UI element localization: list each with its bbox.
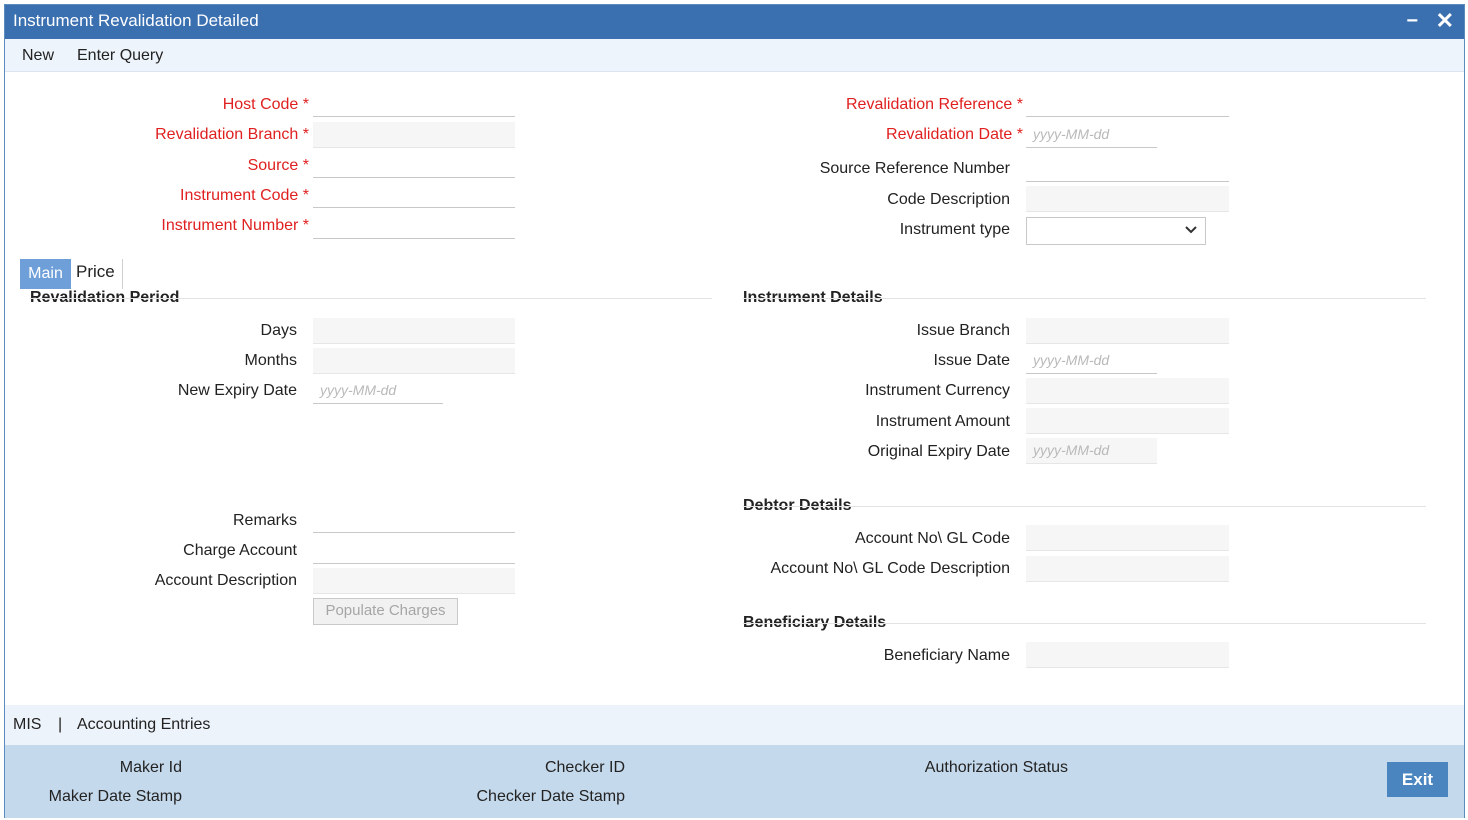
new-menu-item[interactable]: New	[22, 47, 54, 65]
days-label: Days	[260, 322, 297, 339]
charge-account-label: Charge Account	[183, 542, 297, 559]
checker-date-stamp-label: Checker Date Stamp	[476, 788, 625, 805]
exit-button[interactable]: Exit	[1387, 762, 1448, 797]
source-label: Source *	[247, 157, 309, 174]
tab-price[interactable]: Price	[76, 262, 115, 282]
maker-id-label: Maker Id	[119, 759, 182, 776]
mis-link[interactable]: MIS	[13, 716, 41, 734]
date-placeholder: yyyy-MM-dd	[320, 382, 397, 398]
authorization-status-label: Authorization Status	[924, 759, 1068, 776]
original-expiry-date-label: Original Expiry Date	[867, 443, 1010, 460]
instrument-amount-input[interactable]	[1026, 408, 1229, 434]
revalidation-period-divider	[30, 298, 712, 299]
instrument-number-label: Instrument Number *	[161, 217, 309, 234]
footer-links-bar: MIS | Accounting Entries	[5, 705, 1464, 745]
issue-date-input[interactable]: yyyy-MM-dd	[1026, 348, 1157, 374]
account-gl-code-description-label: Account No\ GL Code Description	[770, 560, 1010, 577]
issue-date-label: Issue Date	[933, 352, 1010, 369]
instrument-type-select[interactable]	[1026, 217, 1206, 245]
code-description-input[interactable]	[1026, 186, 1229, 212]
revalidation-reference-input[interactable]	[1026, 91, 1229, 117]
instrument-currency-label: Instrument Currency	[865, 382, 1010, 399]
beneficiary-name-label: Beneficiary Name	[883, 647, 1010, 664]
tab-divider	[122, 259, 123, 289]
months-input[interactable]	[313, 348, 515, 374]
new-expiry-date-label: New Expiry Date	[177, 382, 297, 399]
beneficiary-name-input[interactable]	[1026, 642, 1229, 668]
checker-id-label: Checker ID	[544, 759, 625, 776]
remarks-input[interactable]	[313, 507, 515, 533]
beneficiary-details-divider	[743, 623, 1426, 624]
date-placeholder: yyyy-MM-dd	[1033, 442, 1110, 458]
instrument-amount-label: Instrument Amount	[875, 413, 1010, 430]
populate-charges-button[interactable]: Populate Charges	[313, 598, 458, 625]
enter-query-menu-item[interactable]: Enter Query	[77, 47, 163, 65]
account-description-label: Account Description	[154, 572, 297, 589]
maker-date-stamp-label: Maker Date Stamp	[48, 788, 182, 805]
days-input[interactable]	[313, 318, 515, 344]
source-reference-number-label: Source Reference Number	[819, 160, 1010, 177]
account-description-input[interactable]	[313, 568, 515, 594]
tab-main[interactable]: Main	[20, 259, 71, 289]
issue-branch-input[interactable]	[1026, 318, 1229, 344]
revalidation-date-label: Revalidation Date *	[886, 126, 1023, 143]
instrument-number-input[interactable]	[313, 213, 515, 239]
code-description-label: Code Description	[887, 191, 1010, 208]
months-label: Months	[244, 352, 297, 369]
account-gl-code-description-input[interactable]	[1026, 556, 1229, 582]
instrument-type-label: Instrument type	[899, 221, 1010, 238]
revalidation-branch-input[interactable]	[313, 122, 515, 148]
account-gl-code-input[interactable]	[1026, 525, 1229, 551]
minimize-icon[interactable]: −	[1406, 10, 1418, 33]
revalidation-branch-label: Revalidation Branch *	[155, 126, 309, 143]
host-code-input[interactable]	[313, 91, 515, 117]
revalidation-date-input[interactable]: yyyy-MM-dd	[1026, 122, 1157, 148]
instrument-code-label: Instrument Code *	[180, 187, 309, 204]
instrument-currency-input[interactable]	[1026, 378, 1229, 404]
debtor-details-divider	[743, 506, 1426, 507]
charge-account-input[interactable]	[313, 538, 515, 564]
date-placeholder: yyyy-MM-dd	[1033, 126, 1110, 142]
source-reference-number-input[interactable]	[1026, 156, 1229, 182]
instrument-details-divider	[743, 298, 1426, 299]
accounting-entries-link[interactable]: Accounting Entries	[77, 716, 210, 734]
chevron-down-icon	[1185, 220, 1197, 243]
close-icon[interactable]: ✕	[1436, 8, 1454, 34]
issue-branch-label: Issue Branch	[916, 322, 1010, 339]
footer-link-separator: |	[58, 716, 63, 733]
window-title: Instrument Revalidation Detailed	[13, 11, 259, 30]
account-gl-code-label: Account No\ GL Code	[854, 530, 1010, 547]
remarks-label: Remarks	[232, 512, 297, 529]
revalidation-reference-label: Revalidation Reference *	[845, 96, 1023, 113]
host-code-label: Host Code *	[222, 96, 309, 113]
menu-bar: New Enter Query	[5, 39, 1464, 72]
original-expiry-date-input[interactable]: yyyy-MM-dd	[1026, 438, 1157, 464]
source-input[interactable]	[313, 152, 515, 178]
title-bar: Instrument Revalidation Detailed − ✕	[5, 5, 1464, 39]
instrument-revalidation-window: Instrument Revalidation Detailed − ✕ New…	[4, 4, 1465, 818]
date-placeholder: yyyy-MM-dd	[1033, 352, 1110, 368]
instrument-code-input[interactable]	[313, 182, 515, 208]
audit-bar: Maker Id Maker Date Stamp Checker ID Che…	[5, 745, 1464, 818]
new-expiry-date-input[interactable]: yyyy-MM-dd	[313, 378, 443, 404]
